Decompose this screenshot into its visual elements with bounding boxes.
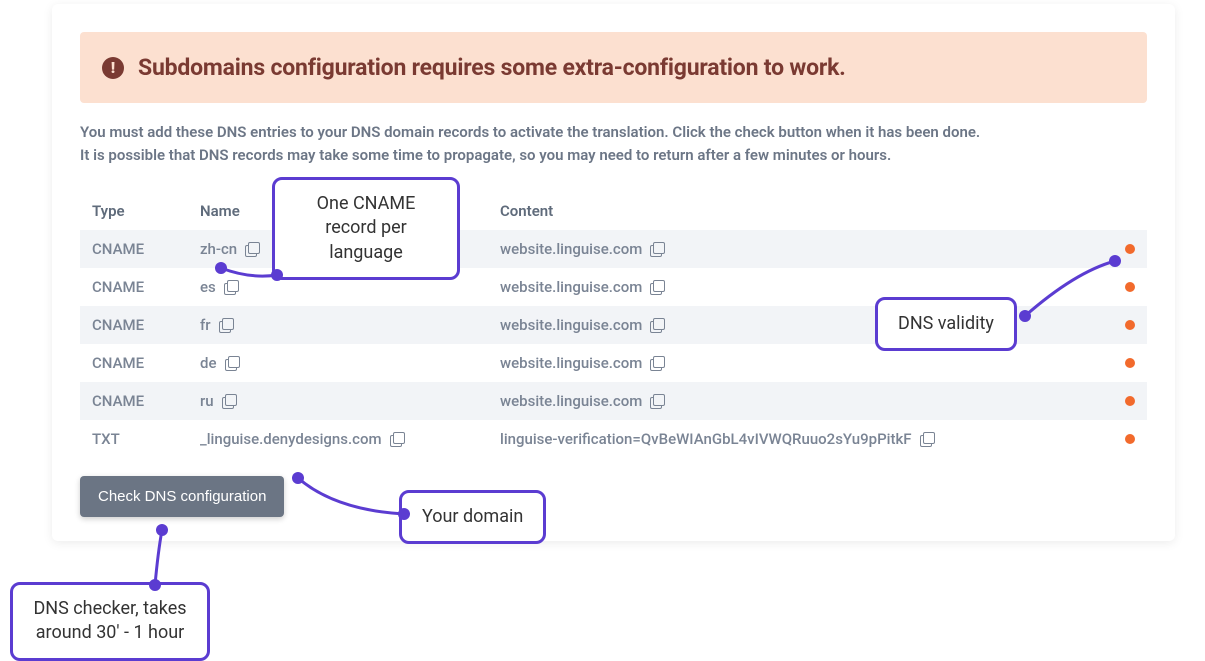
copy-icon[interactable]	[920, 432, 934, 446]
cell-content: website.linguise.com	[500, 354, 642, 372]
cell-type: CNAME	[92, 240, 200, 258]
status-dot	[1125, 244, 1135, 254]
cell-type: CNAME	[92, 392, 200, 410]
alert-banner: Subdomains configuration requires some e…	[80, 32, 1147, 103]
cell-content: website.linguise.com	[500, 240, 642, 258]
cell-content: website.linguise.com	[500, 392, 642, 410]
check-dns-button[interactable]: Check DNS configuration	[80, 476, 284, 517]
status-dot	[1125, 434, 1135, 444]
cell-type: CNAME	[92, 278, 200, 296]
dns-config-panel: Subdomains configuration requires some e…	[52, 4, 1175, 541]
cell-name: fr	[200, 316, 211, 334]
cell-name: _linguise.denydesigns.com	[200, 430, 382, 448]
status-dot	[1125, 396, 1135, 406]
copy-icon[interactable]	[224, 280, 238, 294]
copy-icon[interactable]	[222, 394, 236, 408]
copy-icon[interactable]	[650, 318, 664, 332]
status-dot	[1125, 320, 1135, 330]
copy-icon[interactable]	[650, 242, 664, 256]
copy-icon[interactable]	[650, 356, 664, 370]
cell-type: TXT	[92, 430, 200, 448]
copy-icon[interactable]	[245, 242, 259, 256]
cell-name: ru	[200, 392, 214, 410]
header-type: Type	[92, 202, 200, 220]
copy-icon[interactable]	[650, 394, 664, 408]
table-row: CNAME zh-cn website.linguise.com	[80, 230, 1147, 268]
status-dot	[1125, 282, 1135, 292]
cell-name: es	[200, 278, 216, 296]
cell-type: CNAME	[92, 354, 200, 372]
cell-content: linguise-verification=QvBeWIAnGbL4vIVWQR…	[500, 430, 912, 448]
annotation-validity: DNS validity	[875, 297, 1017, 351]
description: You must add these DNS entries to your D…	[80, 121, 1147, 166]
annotation-cname: One CNAME record per language	[272, 177, 460, 280]
description-line-1: You must add these DNS entries to your D…	[80, 121, 1147, 144]
copy-icon[interactable]	[390, 432, 404, 446]
annotation-domain: Your domain	[399, 490, 546, 544]
cell-name: de	[200, 354, 217, 372]
status-dot	[1125, 358, 1135, 368]
copy-icon[interactable]	[225, 356, 239, 370]
alert-icon	[102, 57, 124, 79]
header-content: Content	[500, 202, 1095, 220]
cell-name: zh-cn	[200, 240, 237, 258]
cell-content: website.linguise.com	[500, 278, 642, 296]
copy-icon[interactable]	[650, 280, 664, 294]
annotation-checker: DNS checker, takes around 30' - 1 hour	[10, 582, 210, 661]
copy-icon[interactable]	[219, 318, 233, 332]
table-row: TXT _linguise.denydesigns.com linguise-v…	[80, 420, 1147, 458]
alert-text: Subdomains configuration requires some e…	[138, 54, 846, 81]
table-header: Type Name Content	[80, 192, 1147, 230]
cell-content: website.linguise.com	[500, 316, 642, 334]
table-row: CNAME ru website.linguise.com	[80, 382, 1147, 420]
cell-type: CNAME	[92, 316, 200, 334]
description-line-2: It is possible that DNS records may take…	[80, 144, 1147, 167]
